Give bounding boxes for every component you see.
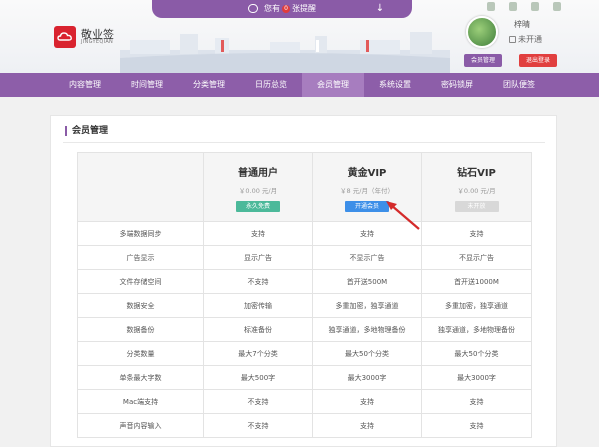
table-row: 数据安全 加密传输 多重加密，独享通道 多重加密，独享通道 xyxy=(77,293,532,318)
logo-pinyin: JINGYEQIAN xyxy=(81,39,114,45)
table-cell: 支持 xyxy=(421,413,532,438)
feature-label: Mac端支持 xyxy=(77,389,204,414)
chat-bubble-icon xyxy=(248,4,258,13)
table-cell: 最大3000字 xyxy=(312,365,422,390)
table-row: Mac端支持 不支持 支持 支持 xyxy=(77,389,532,414)
member-management-button[interactable]: 会员管理 xyxy=(464,54,502,67)
table-cell: 最大50个分类 xyxy=(421,341,532,366)
feature-label: 文件存储空间 xyxy=(77,269,204,294)
notice-count-badge: 0 xyxy=(282,4,290,13)
table-cell: 首开送1000M xyxy=(421,269,532,294)
nav-time-management[interactable]: 时间管理 xyxy=(116,73,178,97)
user-panel: 梓晴 未开通 会员管理 退出登录 xyxy=(462,0,599,73)
main-nav: 内容管理 时间管理 分类管理 日历总览 会员管理 系统设置 密码锁屏 团队便签 xyxy=(0,73,599,97)
notice-suffix: 张提醒 xyxy=(292,4,316,13)
free-forever-button[interactable]: 永久免费 xyxy=(236,201,280,212)
table-cell: 加密传输 xyxy=(203,293,313,318)
table-cell: 支持 xyxy=(312,389,422,414)
header: 您有 0 张提醒 ↓ 敬业签 JINGYEQIAN 梓晴 未开通 会员管理 退出登录 xyxy=(0,0,599,73)
membership-panel: 会员管理 普通用户 ￥0.00 元/月 永久免费 黄金VIP ￥8 元/月（年付… xyxy=(50,115,557,447)
plan-column-basic: 普通用户 ￥0.00 元/月 永久免费 xyxy=(203,152,313,222)
table-row: 多端数据同步 支持 支持 支持 xyxy=(77,221,532,246)
table-cell: 独享通道，多地物理备份 xyxy=(421,317,532,342)
feature-label: 多端数据同步 xyxy=(77,221,204,246)
nav-content-management[interactable]: 内容管理 xyxy=(54,73,116,97)
logout-button[interactable]: 退出登录 xyxy=(519,54,557,67)
table-cell: 支持 xyxy=(421,389,532,414)
nav-member-management[interactable]: 会员管理 xyxy=(302,73,364,97)
divider xyxy=(63,142,545,143)
plan-price: ￥0.00 元/月 xyxy=(238,187,278,195)
table-cell: 支持 xyxy=(312,413,422,438)
table-cell: 不支持 xyxy=(203,389,313,414)
feature-label: 数据备份 xyxy=(77,317,204,342)
table-cell: 支持 xyxy=(203,221,313,246)
plan-header-row: 普通用户 ￥0.00 元/月 永久免费 黄金VIP ￥8 元/月（年付） 开通会… xyxy=(77,152,532,222)
membership-status: 未开通 xyxy=(509,34,542,45)
table-cell: 标准备份 xyxy=(203,317,313,342)
feature-label: 声音内容输入 xyxy=(77,413,204,438)
avatar[interactable] xyxy=(466,16,498,48)
plan-comparison-table: 普通用户 ￥0.00 元/月 永久免费 黄金VIP ￥8 元/月（年付） 开通会… xyxy=(77,152,532,438)
table-cell: 最大7个分类 xyxy=(203,341,313,366)
plan-price: ￥8 元/月（年付） xyxy=(340,187,394,195)
android-icon[interactable] xyxy=(553,2,561,11)
android-icon[interactable] xyxy=(531,2,539,11)
table-cell: 首开送500M xyxy=(312,269,422,294)
nav-system-settings[interactable]: 系统设置 xyxy=(364,73,426,97)
apple-icon[interactable] xyxy=(509,2,517,11)
plan-name: 黄金VIP xyxy=(347,168,387,179)
notice-prefix: 您有 xyxy=(264,4,280,13)
table-row: 文件存储空间 不支持 首开送500M 首开送1000M xyxy=(77,269,532,294)
table-cell: 不支持 xyxy=(203,413,313,438)
plan-column-diamond: 钻石VIP ￥0.00 元/月 未开放 xyxy=(421,152,532,222)
nav-category-management[interactable]: 分类管理 xyxy=(178,73,240,97)
windows-icon[interactable] xyxy=(487,2,495,11)
table-cell: 不显示广告 xyxy=(421,245,532,270)
table-row: 单条最大字数 最大500字 最大3000字 最大3000字 xyxy=(77,365,532,390)
table-cell: 独享通道，多地物理备份 xyxy=(312,317,422,342)
table-cell: 最大3000字 xyxy=(421,365,532,390)
table-row: 声音内容输入 不支持 支持 支持 xyxy=(77,413,532,438)
nav-calendar-overview[interactable]: 日历总览 xyxy=(240,73,302,97)
feature-label: 广告显示 xyxy=(77,245,204,270)
nav-password-lock[interactable]: 密码锁屏 xyxy=(426,73,488,97)
plan-name: 钻石VIP xyxy=(457,168,496,179)
table-cell: 最大50个分类 xyxy=(312,341,422,366)
table-cell: 最大500字 xyxy=(203,365,313,390)
user-name: 梓晴 xyxy=(514,20,530,29)
table-row: 广告显示 显示广告 不显示广告 不显示广告 xyxy=(77,245,532,270)
reminder-notice-bar[interactable]: 您有 0 张提醒 ↓ xyxy=(152,0,412,18)
table-row: 分类数量 最大7个分类 最大50个分类 最大50个分类 xyxy=(77,341,532,366)
table-cell: 多重加密，独享通道 xyxy=(421,293,532,318)
feature-label: 分类数量 xyxy=(77,341,204,366)
table-cell: 支持 xyxy=(421,221,532,246)
nav-team-notes[interactable]: 团队便签 xyxy=(488,73,550,97)
table-cell: 不显示广告 xyxy=(312,245,422,270)
lock-icon xyxy=(509,36,516,43)
table-cell: 不支持 xyxy=(203,269,313,294)
city-skyline-illustration xyxy=(120,32,450,73)
plan-price: ￥0.00 元/月 xyxy=(457,187,496,195)
membership-status-text: 未开通 xyxy=(518,35,542,44)
feature-label: 单条最大字数 xyxy=(77,365,204,390)
platform-icons xyxy=(475,2,575,12)
logo-cloud-icon xyxy=(54,26,76,48)
table-cell: 多重加密，独享通道 xyxy=(312,293,422,318)
plan-name: 普通用户 xyxy=(238,168,278,179)
empty-header-cell xyxy=(77,152,204,222)
feature-label: 数据安全 xyxy=(77,293,204,318)
not-available-button: 未开放 xyxy=(454,201,499,212)
down-arrow-icon[interactable]: ↓ xyxy=(374,0,386,18)
logo[interactable]: 敬业签 JINGYEQIAN xyxy=(54,26,124,48)
table-cell: 显示广告 xyxy=(203,245,313,270)
red-arrow-pointer-icon xyxy=(386,201,420,230)
panel-title: 会员管理 xyxy=(65,126,108,136)
table-row: 数据备份 标准备份 独享通道，多地物理备份 独享通道，多地物理备份 xyxy=(77,317,532,342)
